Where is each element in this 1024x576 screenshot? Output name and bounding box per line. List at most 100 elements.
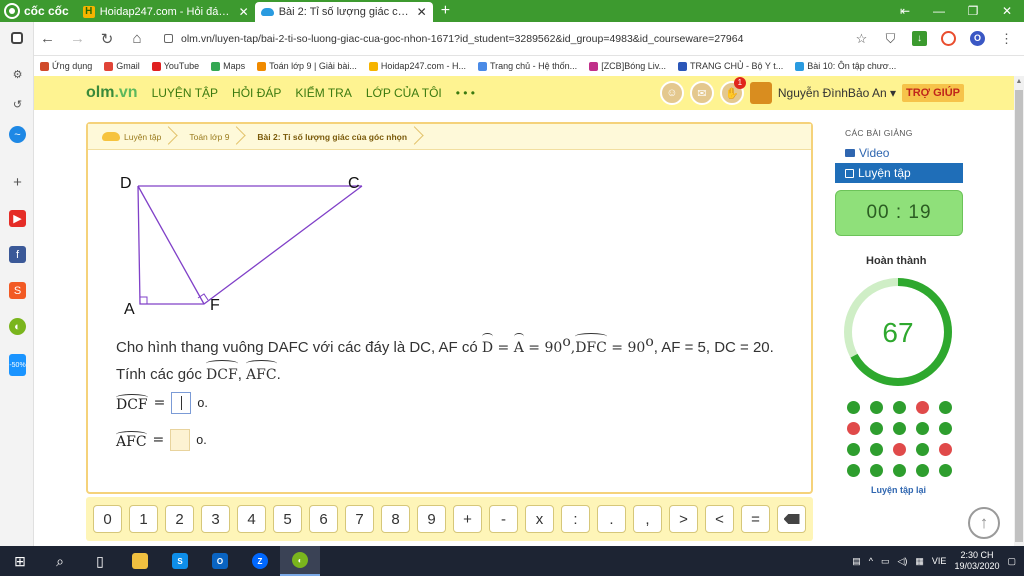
windows-start-icon[interactable]: ⊞	[0, 546, 40, 576]
menu-more[interactable]: • • •	[456, 86, 475, 100]
close-window-icon[interactable]: ✕	[990, 0, 1024, 22]
keypad-key[interactable]: 5	[273, 505, 302, 533]
chat-icon[interactable]: ✉	[689, 81, 714, 105]
keypad-key[interactable]: 6	[309, 505, 338, 533]
bookmark-item[interactable]: Hoidap247.com - H...	[368, 61, 466, 71]
network-icon[interactable]: ▤	[852, 556, 861, 567]
answer-input-dcf[interactable]	[171, 392, 192, 414]
page-scrollbar[interactable]: ▲	[1014, 76, 1024, 546]
keypad-key[interactable]: x	[525, 505, 554, 533]
question-status-dot[interactable]	[916, 443, 929, 456]
bookmark-item[interactable]: Toán lớp 9 | Giải bài...	[257, 61, 357, 71]
scroll-to-top-button[interactable]: ↑	[968, 507, 1000, 539]
keypad-key[interactable]: .	[597, 505, 626, 533]
speaker-icon[interactable]: ◁)	[897, 556, 907, 567]
url-bar[interactable]: olm.vn/luyen-tap/bai-2-ti-so-luong-giac-…	[160, 27, 820, 51]
answer-input-afc[interactable]	[170, 429, 191, 451]
bookmark-item[interactable]: YouTube	[151, 61, 199, 71]
close-tab-icon[interactable]: ✕	[417, 5, 427, 19]
question-status-dot[interactable]	[847, 443, 860, 456]
question-status-dot[interactable]	[870, 401, 883, 414]
settings-icon[interactable]: ⚙	[9, 66, 26, 83]
keyboard-icon[interactable]: ▦	[915, 556, 924, 567]
shopee-icon[interactable]: S	[9, 282, 26, 299]
bookmark-item[interactable]: Bài 10: Ôn tập chươ...	[795, 61, 896, 71]
keypad-key[interactable]: 9	[417, 505, 446, 533]
back-icon[interactable]: ←	[40, 30, 55, 47]
keypad-key[interactable]: <	[705, 505, 734, 533]
menu-icon[interactable]: ⋮	[999, 31, 1014, 46]
minimize-icon[interactable]: —	[922, 0, 956, 22]
practice-link[interactable]: Luyện tập	[835, 163, 963, 183]
menu-kiem-tra[interactable]: KIỂM TRA	[295, 86, 351, 100]
bookmark-item[interactable]: Ứng dụng	[40, 61, 92, 71]
question-status-dot[interactable]	[847, 401, 860, 414]
keypad-key[interactable]: :	[561, 505, 590, 533]
question-status-dot[interactable]	[893, 422, 906, 435]
keypad-key[interactable]: 7	[345, 505, 374, 533]
question-status-dot[interactable]	[916, 464, 929, 477]
question-status-dot[interactable]	[847, 464, 860, 477]
browser-brand[interactable]: cốc cốc	[0, 0, 77, 22]
question-status-dot[interactable]	[893, 443, 906, 456]
bookmark-item[interactable]: Maps	[211, 61, 245, 71]
backspace-key[interactable]	[777, 505, 806, 533]
sidebar-toggle-icon[interactable]	[11, 32, 23, 44]
tab-hoidap[interactable]: H Hoidap247.com - Hỏi đáp on ✕	[77, 2, 255, 22]
keypad-key[interactable]: 2	[165, 505, 194, 533]
forward-icon[interactable]: →	[70, 30, 85, 47]
question-status-dot[interactable]	[893, 401, 906, 414]
keypad-key[interactable]: 8	[381, 505, 410, 533]
star-icon[interactable]: ☆	[854, 31, 869, 46]
skype-icon[interactable]: S	[160, 546, 200, 576]
download-icon[interactable]: ↓	[912, 31, 927, 46]
keypad-key[interactable]: 3	[201, 505, 230, 533]
zalo-icon[interactable]: Z	[240, 546, 280, 576]
scroll-up-icon[interactable]: ▲	[1014, 78, 1024, 88]
coccoc-game-icon[interactable]: ◐	[9, 318, 26, 335]
bookmark-item[interactable]: TRANG CHỦ - Bộ Y t...	[678, 61, 783, 71]
question-status-dot[interactable]	[916, 401, 929, 414]
user-menu[interactable]: Nguyễn ĐìnhBảo An ▾	[778, 86, 896, 100]
search-icon[interactable]: ⌕	[40, 546, 80, 576]
battery-icon[interactable]: ▭	[881, 556, 890, 567]
keypad-key[interactable]: -	[489, 505, 518, 533]
question-status-dot[interactable]	[870, 422, 883, 435]
file-explorer-icon[interactable]	[120, 546, 160, 576]
clock[interactable]: 2:30 CH 19/03/2020	[954, 550, 999, 572]
retry-link[interactable]: Luyện tập lại	[871, 485, 926, 495]
extension-icon[interactable]	[941, 31, 956, 46]
outlook-icon[interactable]: O	[200, 546, 240, 576]
restore-down-icon[interactable]: ⇤	[888, 0, 922, 22]
menu-hoi-dap[interactable]: HỎI ĐÁP	[232, 86, 281, 100]
coccoc-taskbar-icon[interactable]: ◐	[280, 546, 320, 576]
menu-luyen-tap[interactable]: LUYỆN TẬP	[152, 86, 218, 100]
keypad-key[interactable]: +	[453, 505, 482, 533]
help-button[interactable]: TRỢ GIÚP	[902, 84, 964, 102]
keypad-key[interactable]: =	[741, 505, 770, 533]
question-status-dot[interactable]	[847, 422, 860, 435]
notification-center-icon[interactable]: ▢	[1007, 556, 1016, 567]
shield-icon[interactable]: ⛉	[883, 31, 898, 46]
task-view-icon[interactable]: ▯	[80, 546, 120, 576]
question-status-dot[interactable]	[870, 443, 883, 456]
add-icon[interactable]: +	[9, 174, 26, 191]
tab-olm[interactable]: Bài 2: Tỉ số lượng giác của gó ✕	[254, 2, 433, 22]
crumb-toan-lop-9[interactable]: Toán lớp 9	[175, 124, 243, 150]
close-tab-icon[interactable]: ✕	[239, 5, 249, 19]
facebook-icon[interactable]: f	[9, 246, 26, 263]
question-status-dot[interactable]	[939, 443, 952, 456]
menu-lop-cua-toi[interactable]: LỚP CỦA TÔI	[366, 86, 442, 100]
video-link[interactable]: Video	[845, 146, 889, 160]
question-status-dot[interactable]	[916, 422, 929, 435]
reload-icon[interactable]: ↻	[100, 30, 114, 48]
avatar[interactable]	[749, 82, 772, 104]
home-icon[interactable]: ⌂	[130, 30, 144, 47]
question-status-dot[interactable]	[893, 464, 906, 477]
bookmark-item[interactable]: Trang chủ - Hệ thốn...	[477, 61, 577, 71]
youtube-icon[interactable]: ▶	[9, 210, 26, 227]
maximize-icon[interactable]: ❐	[956, 0, 990, 22]
language-indicator[interactable]: VIE	[932, 556, 947, 566]
keypad-key[interactable]: ,	[633, 505, 662, 533]
bookmark-item[interactable]: [ZCB]Bóng Liv...	[589, 61, 666, 71]
